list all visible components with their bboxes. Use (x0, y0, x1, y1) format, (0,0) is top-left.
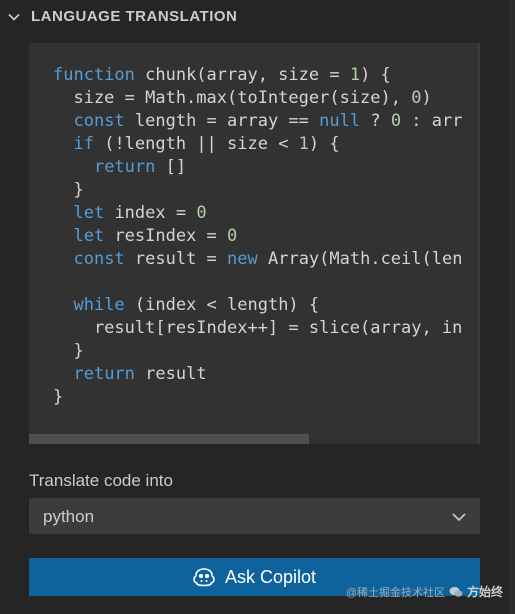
wechat-icon (449, 586, 463, 597)
code-keyword: while (73, 295, 125, 315)
code-keyword: return (73, 364, 135, 384)
code-content: function chunk(array, size = 1) { size =… (53, 64, 462, 409)
horizontal-scrollbar[interactable] (29, 434, 480, 444)
chevron-down-icon (452, 513, 466, 522)
chevron-down-icon[interactable] (6, 9, 22, 25)
code-keyword: new (227, 249, 258, 269)
code-text: ? (360, 111, 391, 131)
code-number: 0 (390, 111, 402, 131)
language-select[interactable]: python (29, 498, 480, 534)
panel-header[interactable]: LANGUAGE TRANSLATION (0, 0, 515, 33)
code-number: 0 (227, 226, 238, 246)
code-number: 0 (196, 203, 207, 223)
code-text: } (53, 387, 64, 407)
code-line: return result (53, 363, 462, 386)
language-select-value: python (43, 507, 95, 526)
code-text: [] (155, 157, 187, 177)
code-text: (!length || size < (93, 134, 299, 154)
code-number: 1 (349, 65, 361, 85)
watermark-author: 方始终 (466, 585, 503, 599)
code-text: chunk(array, size = (134, 65, 350, 85)
code-line: const result = new Array(Math.ceil(len (53, 248, 462, 271)
watermark-text: @稀土掘金技术社区 (345, 586, 445, 599)
code-number: 0 (411, 88, 422, 108)
code-line: function chunk(array, size = 1) { (53, 64, 462, 87)
code-text: ) { (360, 65, 391, 85)
code-line: if (!length || size < 1) { (53, 133, 462, 156)
code-line: size = Math.max(toInteger(size), 0) (53, 87, 462, 110)
code-line: while (index < length) { (53, 294, 462, 317)
code-keyword: return (93, 157, 156, 177)
ask-copilot-label: Ask Copilot (224, 566, 317, 587)
code-keyword: null (319, 111, 361, 131)
code-line: } (53, 386, 462, 409)
code-text: (index < length) { (124, 295, 320, 315)
watermark: @稀土掘金技术社区 方始终 (346, 583, 503, 600)
panel-title: LANGUAGE TRANSLATION (31, 8, 238, 25)
code-text: : arr (401, 111, 463, 131)
code-line: return [] (53, 156, 462, 179)
copilot-icon (193, 568, 215, 587)
translate-label: Translate code into (29, 471, 173, 490)
code-text: } (53, 341, 84, 361)
code-text: } (53, 180, 84, 200)
code-text: length = array == (124, 111, 320, 131)
code-line: result[resIndex++] = slice(array, in (53, 317, 462, 340)
code-line: } (53, 179, 462, 202)
code-text: ) (421, 88, 432, 108)
code-keyword: const (73, 111, 125, 131)
code-text: index = (104, 203, 197, 223)
code-line: let resIndex = 0 (53, 225, 462, 248)
code-text: result[resIndex++] = slice(array, in (53, 318, 463, 338)
code-text: size = Math.max(toInteger(size), (53, 88, 412, 108)
code-keyword: let (73, 203, 105, 223)
code-keyword: function (53, 65, 135, 85)
code-line: } (53, 340, 462, 363)
horizontal-scrollbar-thumb[interactable] (29, 434, 309, 444)
code-text: ) { (308, 134, 340, 154)
code-text: result = (124, 249, 228, 269)
code-line: const length = array == null ? 0 : arr (53, 110, 462, 133)
code-keyword: let (73, 226, 105, 246)
code-text: Array(Math.ceil(len (257, 249, 463, 269)
code-line: let index = 0 (53, 202, 462, 225)
code-text: result (134, 364, 207, 384)
code-keyword: if (73, 134, 94, 154)
code-number: 1 (298, 134, 309, 154)
panel-edge (509, 0, 515, 614)
code-text: resIndex = (104, 226, 228, 246)
code-editor[interactable]: function chunk(array, size = 1) { size =… (29, 43, 480, 444)
code-keyword: const (73, 249, 125, 269)
vertical-scrollbar[interactable] (478, 43, 480, 444)
